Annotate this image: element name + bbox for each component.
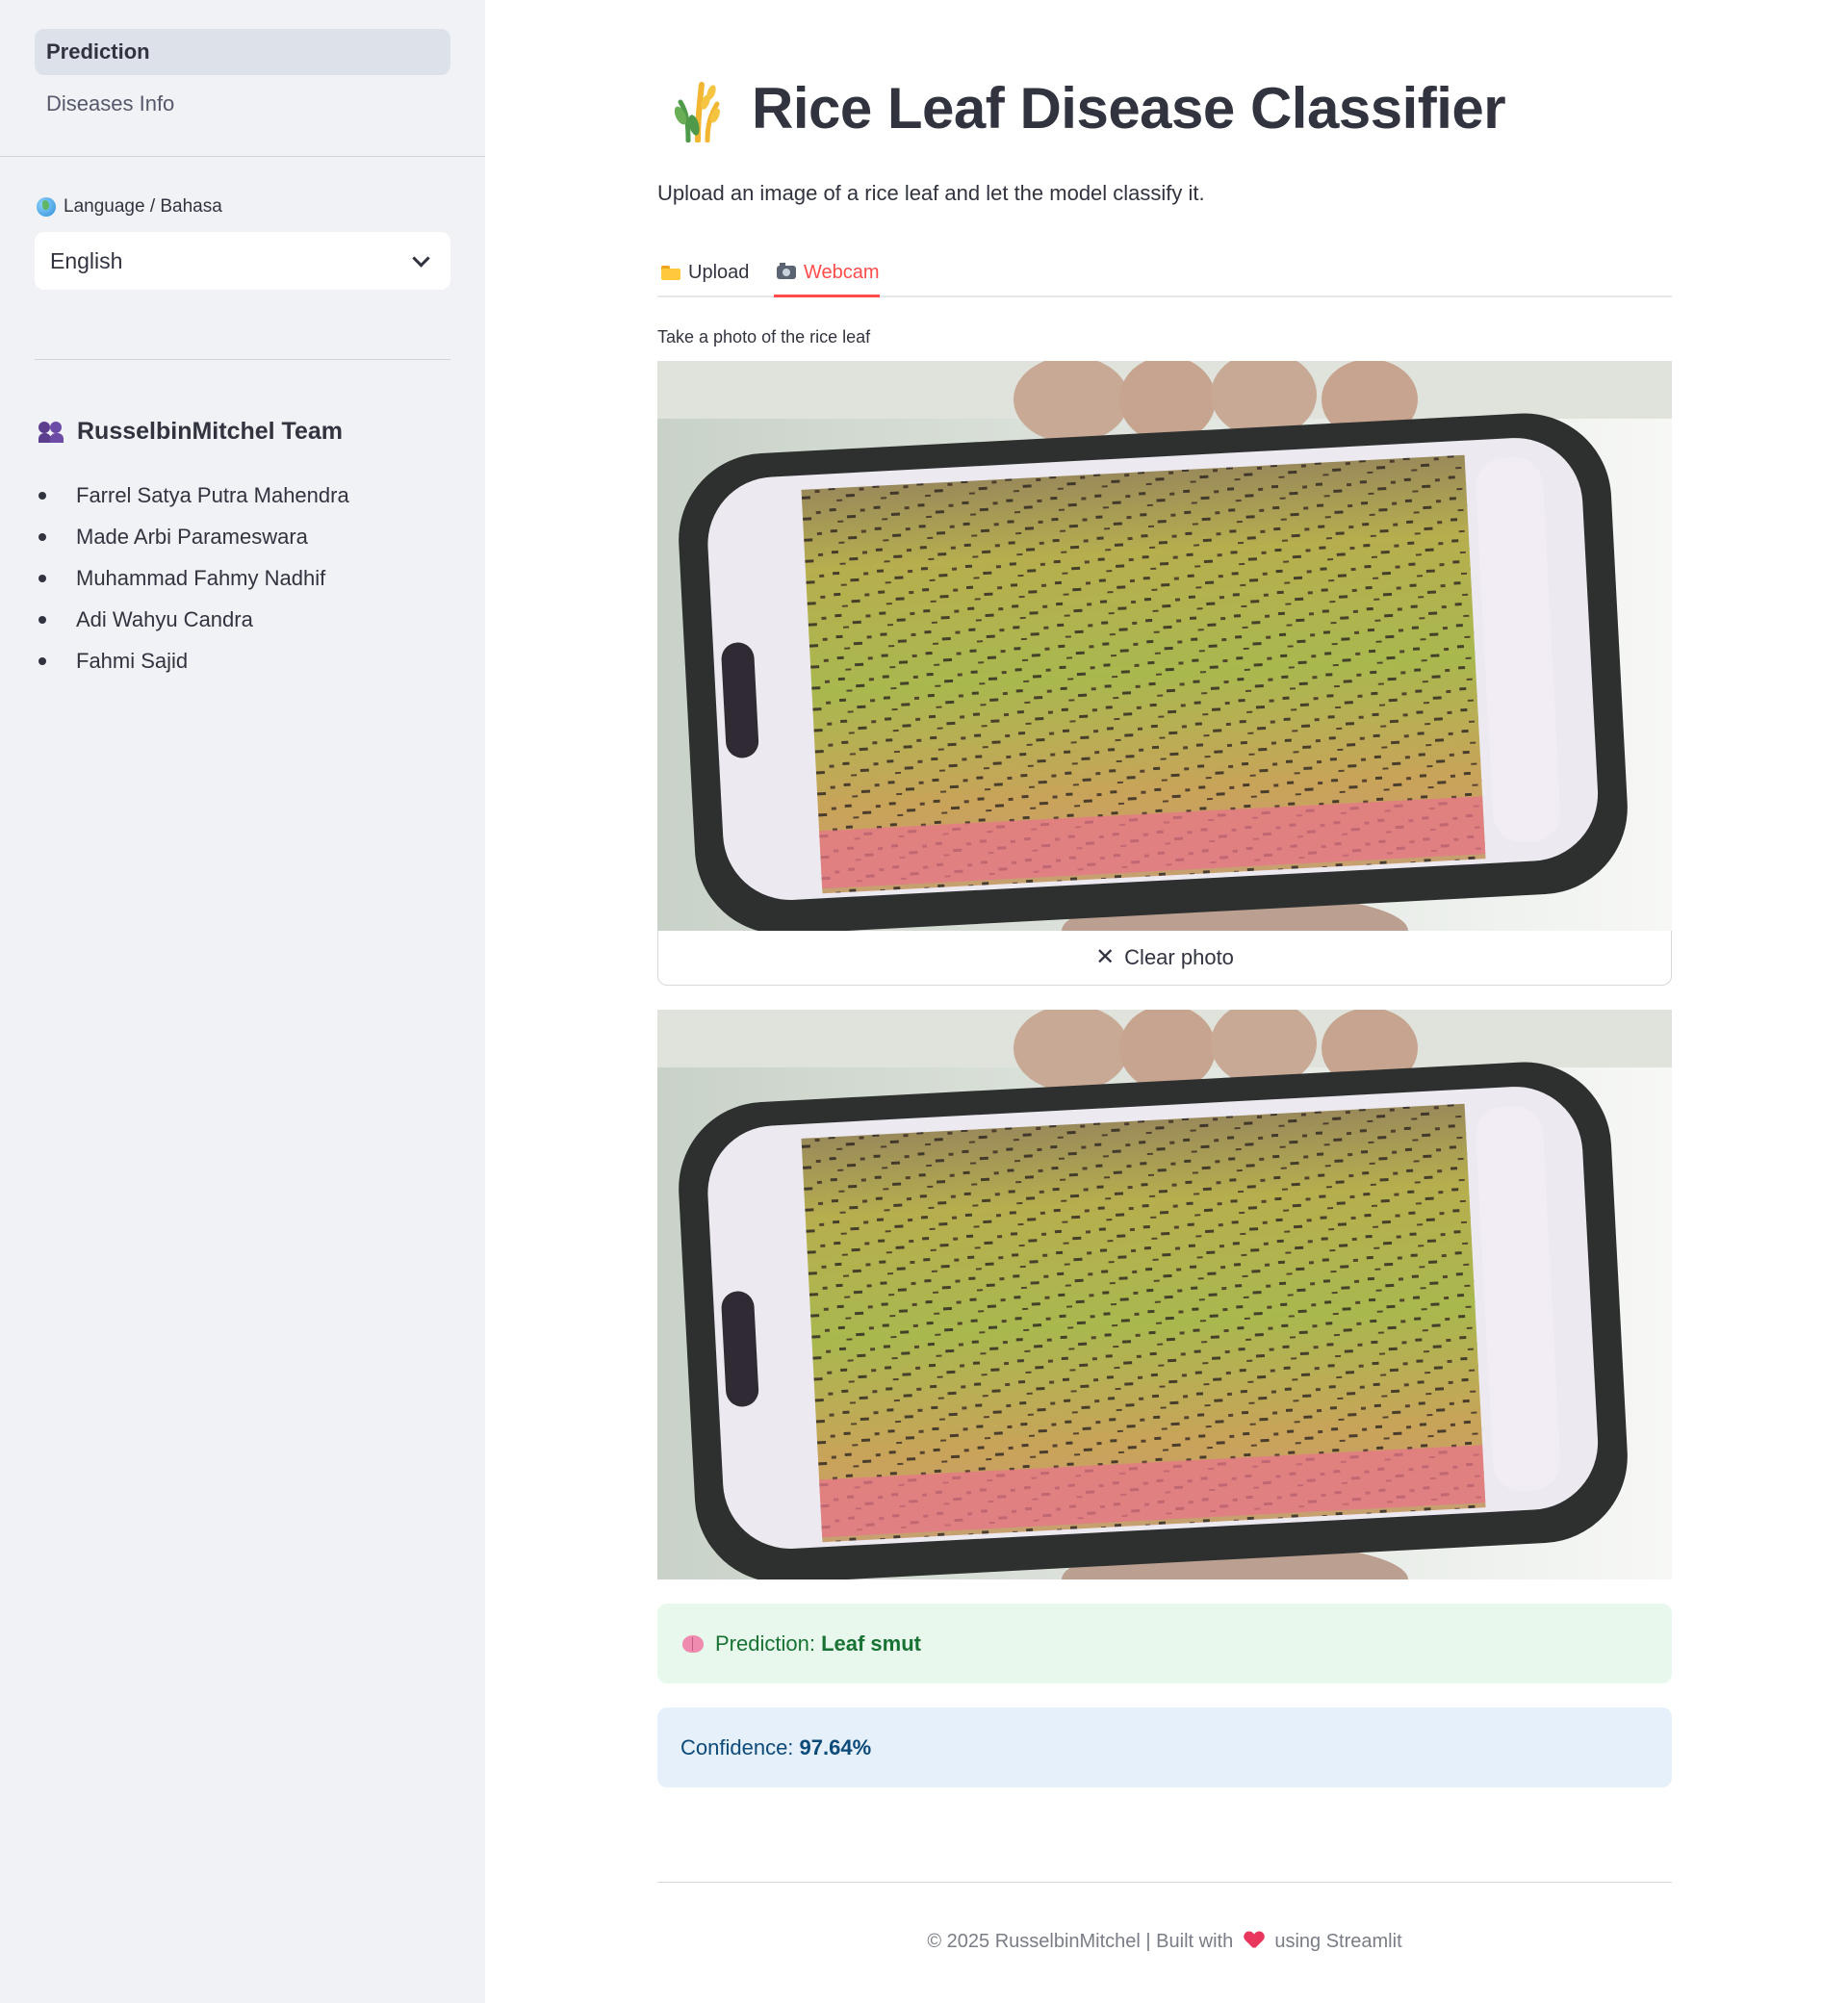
tab-label: Upload (688, 261, 750, 283)
footer-divider (657, 1882, 1672, 1883)
team-member-name: Farrel Satya Putra Mahendra (76, 482, 349, 507)
footer-text-left: © 2025 RusselbinMitchel | Built with (927, 1931, 1234, 1952)
nav-item-diseases-info[interactable]: Diseases Info (35, 81, 450, 127)
webcam-photo-image (657, 361, 1672, 931)
rice-plant-icon (675, 82, 720, 142)
sidebar-nav: Prediction Diseases Info (35, 29, 450, 133)
confidence-value: 97.64% (799, 1734, 872, 1759)
list-item: Fahmi Sajid (38, 640, 349, 681)
team-title: RusselbinMitchel Team (77, 418, 343, 445)
bullet-icon (38, 491, 46, 500)
close-icon: ✕ (1095, 944, 1116, 970)
prediction-value: Leaf smut (821, 1631, 921, 1656)
footer: © 2025 RusselbinMitchel | Built with usi… (657, 1931, 1672, 1953)
bullet-icon (38, 615, 46, 624)
language-select[interactable]: English (35, 232, 450, 290)
team-member-name: Made Arbi Parameswara (76, 524, 308, 549)
team-member-name: Muhammad Fahmy Nadhif (76, 565, 326, 590)
confidence-alert: Confidence: 97.64% (657, 1708, 1672, 1787)
team-heading: RusselbinMitchel Team (38, 418, 343, 446)
team-member-name: Adi Wahyu Candra (76, 606, 253, 631)
heart-icon (1245, 1932, 1264, 1949)
nav-item-prediction[interactable]: Prediction (35, 29, 450, 75)
sidebar: Prediction Diseases Info Language / Baha… (0, 0, 485, 2003)
language-label: Language / Bahasa (37, 196, 222, 218)
camera-input-label: Take a photo of the rice leaf (657, 327, 871, 347)
captured-photo-image (657, 1010, 1672, 1579)
captured-photo (657, 1010, 1672, 1579)
nav-item-label: Diseases Info (46, 91, 175, 116)
clear-photo-button[interactable]: ✕ Clear photo (657, 931, 1672, 986)
list-item: Adi Wahyu Candra (38, 599, 349, 640)
language-label-text: Language / Bahasa (64, 196, 222, 217)
active-tab-indicator (774, 295, 880, 297)
brain-icon (682, 1634, 704, 1653)
list-item: Made Arbi Parameswara (38, 516, 349, 557)
folder-icon (661, 265, 680, 280)
page-subtitle: Upload an image of a rice leaf and let t… (657, 181, 1205, 205)
bullet-icon (38, 574, 46, 582)
sidebar-divider (35, 359, 450, 360)
app-title: Rice Leaf Disease Classifier (752, 75, 1506, 141)
nav-divider (0, 156, 485, 157)
list-item: Farrel Satya Putra Mahendra (38, 475, 349, 516)
bullet-icon (38, 656, 46, 665)
footer-text-right: using Streamlit (1274, 1931, 1402, 1952)
chevron-down-icon (412, 248, 430, 268)
team-icon (38, 421, 65, 443)
page-title: Rice Leaf Disease Classifier (675, 73, 1506, 142)
clear-photo-label: Clear photo (1124, 945, 1234, 969)
camera-preview[interactable] (657, 361, 1672, 931)
prediction-alert: Prediction: Leaf smut (657, 1604, 1672, 1683)
tab-upload[interactable]: Upload (661, 248, 749, 296)
input-tabs: Upload Webcam (657, 248, 1672, 298)
team-member-name: Fahmi Sajid (76, 648, 189, 673)
prediction-prefix: Prediction: (715, 1631, 822, 1656)
nav-item-label: Prediction (46, 39, 150, 64)
tab-label: Webcam (804, 261, 880, 283)
bullet-icon (38, 532, 46, 541)
globe-icon (37, 197, 56, 217)
language-select-value: English (50, 247, 123, 273)
list-item: Muhammad Fahmy Nadhif (38, 557, 349, 599)
tab-webcam[interactable]: Webcam (777, 248, 880, 296)
camera-icon (777, 263, 796, 279)
team-member-list: Farrel Satya Putra Mahendra Made Arbi Pa… (38, 475, 349, 681)
confidence-prefix: Confidence: (680, 1734, 800, 1759)
